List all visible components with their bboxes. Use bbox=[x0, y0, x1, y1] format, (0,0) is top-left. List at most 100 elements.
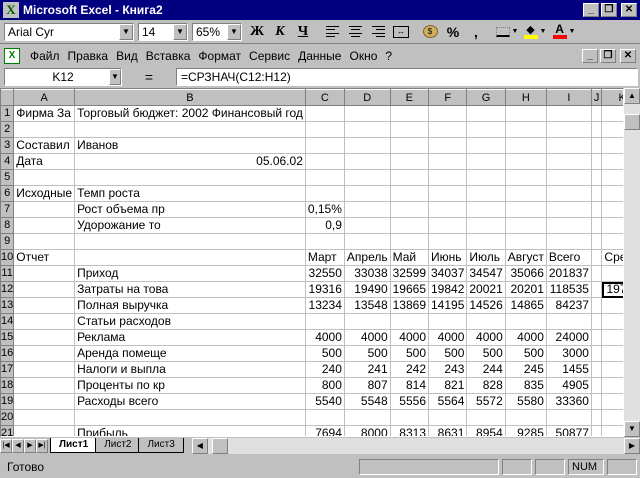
cell-G5[interactable] bbox=[466, 169, 506, 186]
row-header[interactable]: 12 bbox=[1, 281, 15, 298]
cell-J8[interactable] bbox=[591, 217, 603, 234]
cell-B20[interactable] bbox=[74, 409, 306, 426]
cell-K13[interactable] bbox=[601, 297, 623, 314]
cell-F21[interactable]: 8631 bbox=[428, 425, 468, 436]
cell-G10[interactable]: Июль bbox=[466, 249, 506, 266]
cell-J11[interactable] bbox=[591, 265, 603, 282]
cell-F10[interactable]: Июнь bbox=[428, 249, 468, 266]
cell-I18[interactable]: 4905 bbox=[546, 377, 592, 394]
cell-G8[interactable] bbox=[466, 217, 506, 234]
menu-tools[interactable]: Сервис bbox=[245, 49, 294, 63]
cell-E15[interactable]: 4000 bbox=[390, 329, 430, 346]
percent-button[interactable]: % bbox=[442, 22, 464, 42]
cell-D19[interactable]: 5548 bbox=[344, 393, 391, 410]
cell-E17[interactable]: 242 bbox=[390, 361, 430, 378]
cell-D3[interactable] bbox=[344, 137, 391, 154]
cell-I1[interactable] bbox=[546, 105, 592, 122]
cell-A18[interactable] bbox=[13, 377, 76, 394]
cell-J7[interactable] bbox=[591, 201, 603, 218]
cell-G14[interactable] bbox=[466, 313, 506, 330]
cell-G7[interactable] bbox=[466, 201, 506, 218]
sheet-tab-1[interactable]: Лист1 bbox=[50, 438, 98, 453]
cell-C7[interactable]: 0,15% bbox=[305, 201, 345, 218]
cell-H2[interactable] bbox=[505, 121, 547, 138]
cell-G1[interactable] bbox=[466, 105, 506, 122]
row-header[interactable]: 3 bbox=[1, 137, 15, 154]
cell-I16[interactable]: 3000 bbox=[546, 345, 592, 362]
row-header[interactable]: 19 bbox=[1, 393, 15, 410]
cell-B17[interactable]: Налоги и выпла bbox=[74, 361, 306, 378]
cell-B18[interactable]: Проценты по кр bbox=[74, 377, 306, 394]
cell-H3[interactable] bbox=[505, 137, 547, 154]
column-header[interactable]: J bbox=[591, 89, 603, 106]
close-button[interactable]: ✕ bbox=[621, 3, 637, 17]
formula-input[interactable]: =СРЗНАЧ(C12:H12) bbox=[176, 68, 638, 86]
cell-G15[interactable]: 4000 bbox=[466, 329, 506, 346]
cell-I9[interactable] bbox=[546, 233, 592, 250]
cell-F15[interactable]: 4000 bbox=[428, 329, 468, 346]
align-right-button[interactable] bbox=[367, 22, 389, 42]
cell-B1[interactable]: Торговый бюджет: 2002 Финансовый год bbox=[74, 105, 306, 122]
cell-K11[interactable] bbox=[601, 265, 623, 282]
minimize-button[interactable]: _ bbox=[583, 3, 599, 17]
chevron-down-icon[interactable]: ▼ bbox=[109, 69, 121, 85]
cell-F9[interactable] bbox=[428, 233, 468, 250]
cell-C2[interactable] bbox=[305, 121, 345, 138]
menu-window[interactable]: Окно bbox=[345, 49, 381, 63]
cell-E8[interactable] bbox=[390, 217, 430, 234]
cell-J4[interactable] bbox=[591, 153, 603, 170]
cell-I19[interactable]: 33360 bbox=[546, 393, 592, 410]
cell-A6[interactable]: Исходные bbox=[13, 185, 76, 202]
cell-B19[interactable]: Расходы всего bbox=[74, 393, 306, 410]
cell-I11[interactable]: 201837 bbox=[546, 265, 592, 282]
cell-H21[interactable]: 9285 bbox=[505, 425, 547, 436]
cell-H13[interactable]: 14865 bbox=[505, 297, 547, 314]
cell-B2[interactable] bbox=[74, 121, 306, 138]
cell-G11[interactable]: 34547 bbox=[466, 265, 506, 282]
row-header[interactable]: 20 bbox=[1, 409, 15, 426]
cell-F17[interactable]: 243 bbox=[428, 361, 468, 378]
cell-D14[interactable] bbox=[344, 313, 391, 330]
cell-I8[interactable] bbox=[546, 217, 592, 234]
cell-J19[interactable] bbox=[591, 393, 603, 410]
cell-I13[interactable]: 84237 bbox=[546, 297, 592, 314]
cell-F8[interactable] bbox=[428, 217, 468, 234]
cell-I14[interactable] bbox=[546, 313, 592, 330]
column-header[interactable]: B bbox=[74, 89, 306, 106]
cell-H12[interactable]: 20201 bbox=[505, 281, 547, 298]
cell-E10[interactable]: Май bbox=[390, 249, 430, 266]
doc-minimize-button[interactable]: _ bbox=[582, 49, 598, 63]
row-header[interactable]: 21 bbox=[1, 425, 15, 436]
cell-E12[interactable]: 19665 bbox=[390, 281, 430, 298]
cell-D6[interactable] bbox=[344, 185, 391, 202]
cell-H19[interactable]: 5580 bbox=[505, 393, 547, 410]
cell-E7[interactable] bbox=[390, 201, 430, 218]
cell-B3[interactable]: Иванов bbox=[74, 137, 306, 154]
cell-H16[interactable]: 500 bbox=[505, 345, 547, 362]
menu-edit[interactable]: Правка bbox=[64, 49, 113, 63]
menu-view[interactable]: Вид bbox=[112, 49, 142, 63]
cell-I21[interactable]: 50877 bbox=[546, 425, 592, 436]
column-header[interactable]: K bbox=[601, 89, 623, 106]
font-color-button[interactable]: A ▼ bbox=[550, 22, 578, 42]
cell-A10[interactable]: Отчет bbox=[13, 249, 76, 266]
cell-E4[interactable] bbox=[390, 153, 430, 170]
cell-E13[interactable]: 13869 bbox=[390, 297, 430, 314]
cell-E1[interactable] bbox=[390, 105, 430, 122]
cell-H11[interactable]: 35066 bbox=[505, 265, 547, 282]
row-header[interactable]: 15 bbox=[1, 329, 15, 346]
spreadsheet-grid[interactable]: A B C D E F G H I J K L M 1Фирма ЗаТорго… bbox=[0, 88, 624, 437]
cell-J14[interactable] bbox=[591, 313, 603, 330]
cell-I3[interactable] bbox=[546, 137, 592, 154]
cell-B4[interactable]: 05.06.02 bbox=[74, 153, 306, 170]
cell-B11[interactable]: Приход bbox=[74, 265, 306, 282]
cell-J2[interactable] bbox=[591, 121, 603, 138]
cell-D7[interactable] bbox=[344, 201, 391, 218]
cell-K16[interactable] bbox=[601, 345, 623, 362]
cell-D18[interactable]: 807 bbox=[344, 377, 391, 394]
italic-button[interactable]: К bbox=[269, 22, 291, 42]
cell-D2[interactable] bbox=[344, 121, 391, 138]
cell-D15[interactable]: 4000 bbox=[344, 329, 391, 346]
column-header[interactable]: F bbox=[428, 89, 468, 106]
cell-A21[interactable] bbox=[13, 425, 76, 436]
